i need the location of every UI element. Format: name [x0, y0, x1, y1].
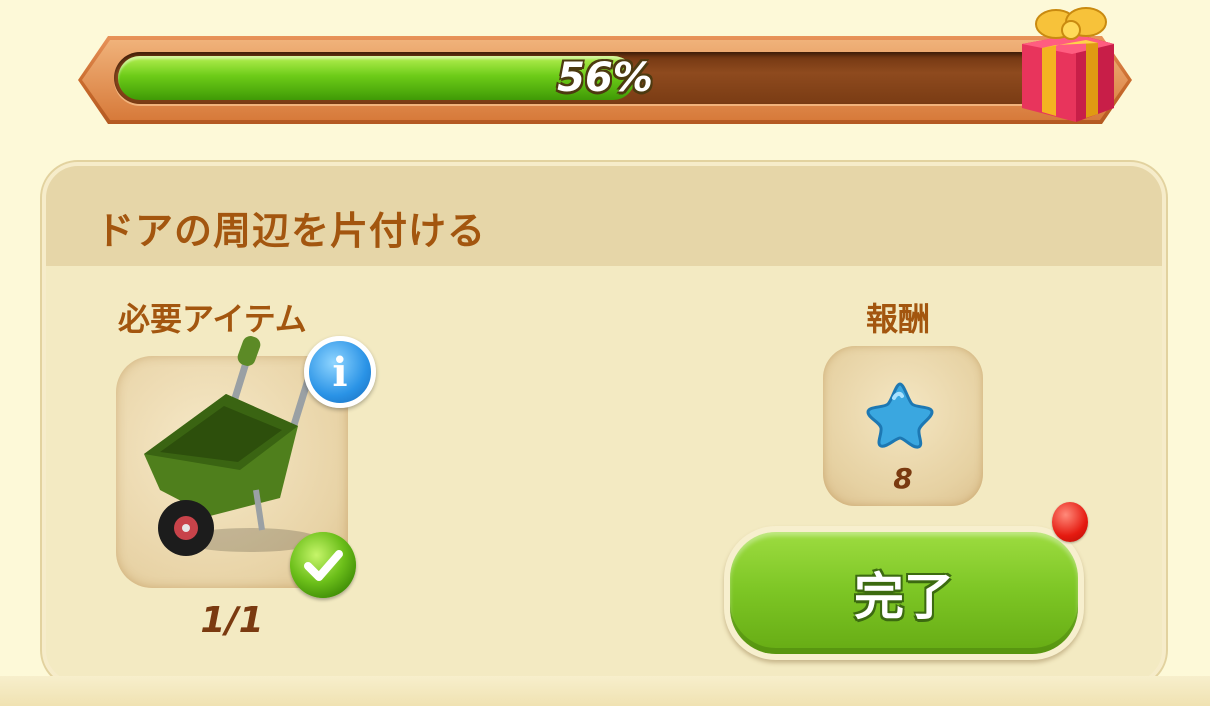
progress-bar-fill [118, 56, 636, 100]
complete-button[interactable]: 完了 [724, 526, 1084, 660]
blue-star-icon [866, 382, 934, 449]
quest-title: ドアの周辺を片付ける [96, 209, 487, 253]
complete-button-label: 完了 [854, 568, 954, 626]
reward-amount: 8 [893, 462, 913, 495]
required-item-count: 1/1 [200, 600, 264, 641]
reward-label: 報酬 [866, 300, 931, 338]
info-icon: i [332, 348, 348, 396]
red-notification-dot [1052, 502, 1088, 542]
check-icon [290, 532, 356, 598]
wheelbarrow-icon [144, 336, 320, 556]
bottom-edge [0, 676, 1210, 706]
complete-button-face[interactable]: 完了 [730, 532, 1078, 654]
progress-bar [114, 52, 1046, 104]
item-info-button[interactable]: i [304, 336, 376, 408]
gift-box-icon[interactable] [1016, 4, 1120, 124]
